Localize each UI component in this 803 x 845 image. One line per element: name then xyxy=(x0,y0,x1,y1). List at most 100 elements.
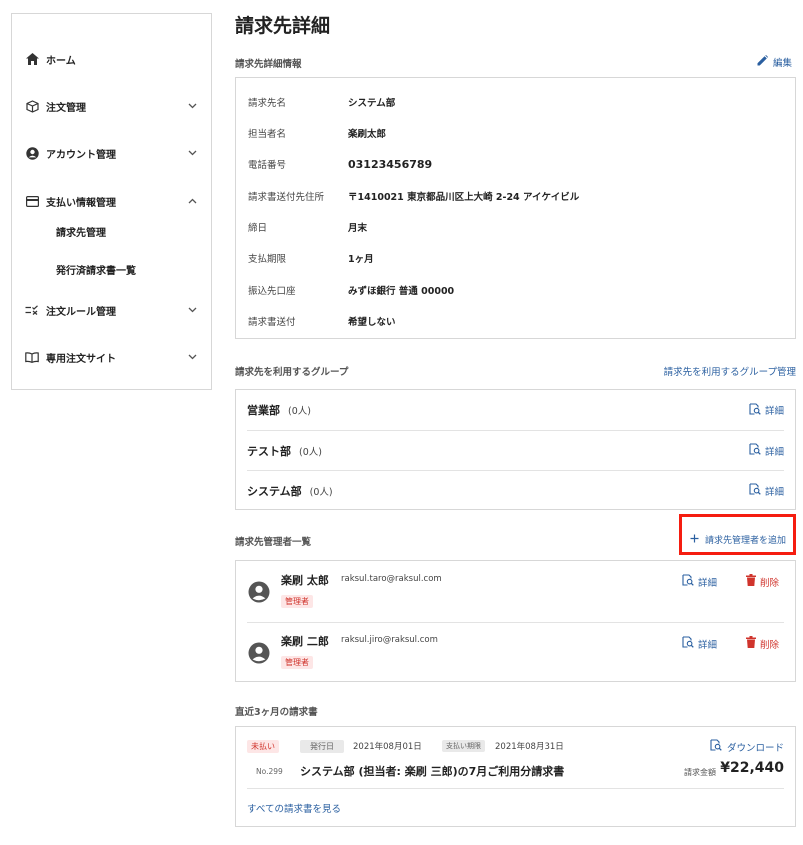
trash-icon xyxy=(746,636,756,651)
chevron-up-icon xyxy=(187,196,197,206)
admin-email: raksul.taro@raksul.com xyxy=(341,574,442,584)
download-button[interactable]: ダウンロード xyxy=(710,739,784,754)
highlight-box xyxy=(679,514,796,555)
group-name: 営業部 xyxy=(247,404,280,417)
chevron-down-icon xyxy=(187,148,197,158)
divider xyxy=(247,788,784,789)
issue-date: 2021年08月01日 xyxy=(353,742,422,752)
detail-value: 希望しない xyxy=(348,317,396,328)
groups-card: 営業部 (0人) 詳細 テスト部 (0人) 詳細 システム部 (0人) 詳細 xyxy=(235,389,796,510)
detail-label: 振込先口座 xyxy=(248,286,296,297)
group-detail-button[interactable]: 詳細 xyxy=(749,483,784,498)
detail-label: 支払期限 xyxy=(248,254,287,265)
list-item: 営業部 (0人) 詳細 xyxy=(247,390,784,430)
credit-card-icon xyxy=(25,194,39,208)
group-detail-button[interactable]: 詳細 xyxy=(749,443,784,458)
detail-label: 詳細 xyxy=(764,486,784,498)
detail-value: システム部 xyxy=(348,98,396,109)
admin-name: 楽刷 太郎 xyxy=(281,574,329,587)
sidebar-item-exclusive-site[interactable]: 専用注文サイト xyxy=(12,345,211,369)
status-badge: 未払い xyxy=(247,740,279,753)
due-date: 2021年08月31日 xyxy=(495,742,564,752)
chevron-down-icon xyxy=(187,352,197,362)
group-name: テスト部 xyxy=(247,444,291,458)
home-icon xyxy=(25,52,39,66)
sidebar-item-orders[interactable]: 注文管理 xyxy=(12,94,211,118)
detail-label: 請求書送付 xyxy=(248,317,296,328)
search-doc-icon xyxy=(749,483,761,498)
admin-email: raksul.jiro@raksul.com xyxy=(341,635,438,645)
manage-groups-link[interactable]: 請求先を利用するグループ管理 xyxy=(664,364,796,378)
edit-button[interactable]: 編集 xyxy=(757,55,792,69)
admin-delete-button[interactable]: 削除 xyxy=(746,574,779,589)
group-detail-button[interactable]: 詳細 xyxy=(749,402,784,418)
detail-row: 締日 月末 xyxy=(248,219,788,235)
sidebar-subitem-billing[interactable]: 請求先管理 xyxy=(56,224,106,239)
sidebar-item-label: 注文管理 xyxy=(46,102,86,114)
invoice-amount: ¥22,440 xyxy=(720,760,784,776)
view-all-invoices-link[interactable]: すべての請求書を見る xyxy=(247,801,341,815)
book-icon xyxy=(25,350,39,364)
sidebar-item-home[interactable]: ホーム xyxy=(12,47,211,71)
edit-label: 編集 xyxy=(773,58,793,69)
role-badge: 管理者 xyxy=(281,656,313,669)
sidebar-item-label: 注文ルール管理 xyxy=(46,306,116,318)
detail-label: 詳細 xyxy=(698,577,718,589)
search-doc-icon xyxy=(710,739,722,754)
search-doc-icon xyxy=(749,402,761,418)
admin-detail-button[interactable]: 詳細 xyxy=(682,574,717,589)
sidebar-item-payment[interactable]: 支払い情報管理 xyxy=(12,189,211,213)
admin-name: 楽刷 二郎 xyxy=(281,635,329,648)
detail-value: 楽刷太郎 xyxy=(348,129,387,140)
sidebar-subitem-issued-invoices[interactable]: 発行済請求書一覧 xyxy=(56,262,136,277)
role-badge: 管理者 xyxy=(281,595,313,608)
chevron-down-icon xyxy=(187,101,197,111)
trash-icon xyxy=(746,574,756,589)
detail-row: 担当者名 楽刷太郎 xyxy=(248,125,788,141)
detail-row: 請求書送付先住所 〒1410021 東京都品川区上大崎 2-24 アイケイビル xyxy=(248,188,788,204)
admins-section-title: 請求先管理者一覧 xyxy=(235,537,312,548)
admin-delete-button[interactable]: 削除 xyxy=(746,636,779,651)
download-label: ダウンロード xyxy=(726,742,784,754)
detail-label: 電話番号 xyxy=(248,160,287,171)
avatar xyxy=(248,581,270,603)
detail-row: 請求先名 システム部 xyxy=(248,94,788,110)
admins-card: 楽刷 太郎 raksul.taro@raksul.com 管理者 詳細 削除 楽… xyxy=(235,560,796,682)
detail-label: 詳細 xyxy=(698,639,718,651)
detail-label: 請求先名 xyxy=(248,98,287,109)
detail-value: みずほ銀行 普通 00000 xyxy=(348,286,455,297)
detail-value: 03123456789 xyxy=(348,157,433,171)
list-item: テスト部 (0人) 詳細 xyxy=(247,430,784,470)
group-count: (0人) xyxy=(299,446,322,458)
invoice-number: No.299 xyxy=(256,767,283,776)
sidebar-item-accounts[interactable]: アカウント管理 xyxy=(12,141,211,165)
detail-row: 支払期限 1ヶ月 xyxy=(248,250,788,266)
admin-detail-button[interactable]: 詳細 xyxy=(682,636,717,651)
issue-date-label: 発行日 xyxy=(300,740,344,753)
due-date-label: 支払い期限 xyxy=(442,740,485,752)
search-doc-icon xyxy=(682,636,694,651)
sidebar-item-order-rules[interactable]: 注文ルール管理 xyxy=(12,298,211,322)
delete-label: 削除 xyxy=(760,577,780,589)
detail-value: 1ヶ月 xyxy=(348,254,374,265)
sidebar-item-label: 専用注文サイト xyxy=(46,353,116,365)
invoice-title[interactable]: システム部 (担当者: 楽刷 三郎)の7月ご利用分請求書 xyxy=(300,763,564,779)
page-title: 請求先詳細 xyxy=(235,15,331,37)
detail-label: 締日 xyxy=(248,223,268,234)
delete-label: 削除 xyxy=(760,639,780,651)
detail-value: 〒1410021 東京都品川区上大崎 2-24 アイケイビル xyxy=(348,192,580,203)
pencil-icon xyxy=(757,55,768,69)
detail-label: 詳細 xyxy=(764,406,784,417)
search-doc-icon xyxy=(749,443,761,458)
detail-label: 担当者名 xyxy=(248,129,287,140)
group-count: (0人) xyxy=(288,406,311,417)
account-icon xyxy=(25,146,39,160)
group-name: システム部 xyxy=(247,484,302,498)
detail-section-title: 請求先詳細情報 xyxy=(235,59,302,70)
list-item: 楽刷 太郎 raksul.taro@raksul.com 管理者 詳細 削除 xyxy=(247,561,784,622)
sidebar-item-label: 支払い情報管理 xyxy=(46,197,116,209)
group-count: (0人) xyxy=(309,486,333,498)
detail-row: 請求書送付 希望しない xyxy=(248,313,788,329)
sidebar-item-label: アカウント管理 xyxy=(46,149,116,161)
list-item: 楽刷 二郎 raksul.jiro@raksul.com 管理者 詳細 削除 xyxy=(247,622,784,683)
